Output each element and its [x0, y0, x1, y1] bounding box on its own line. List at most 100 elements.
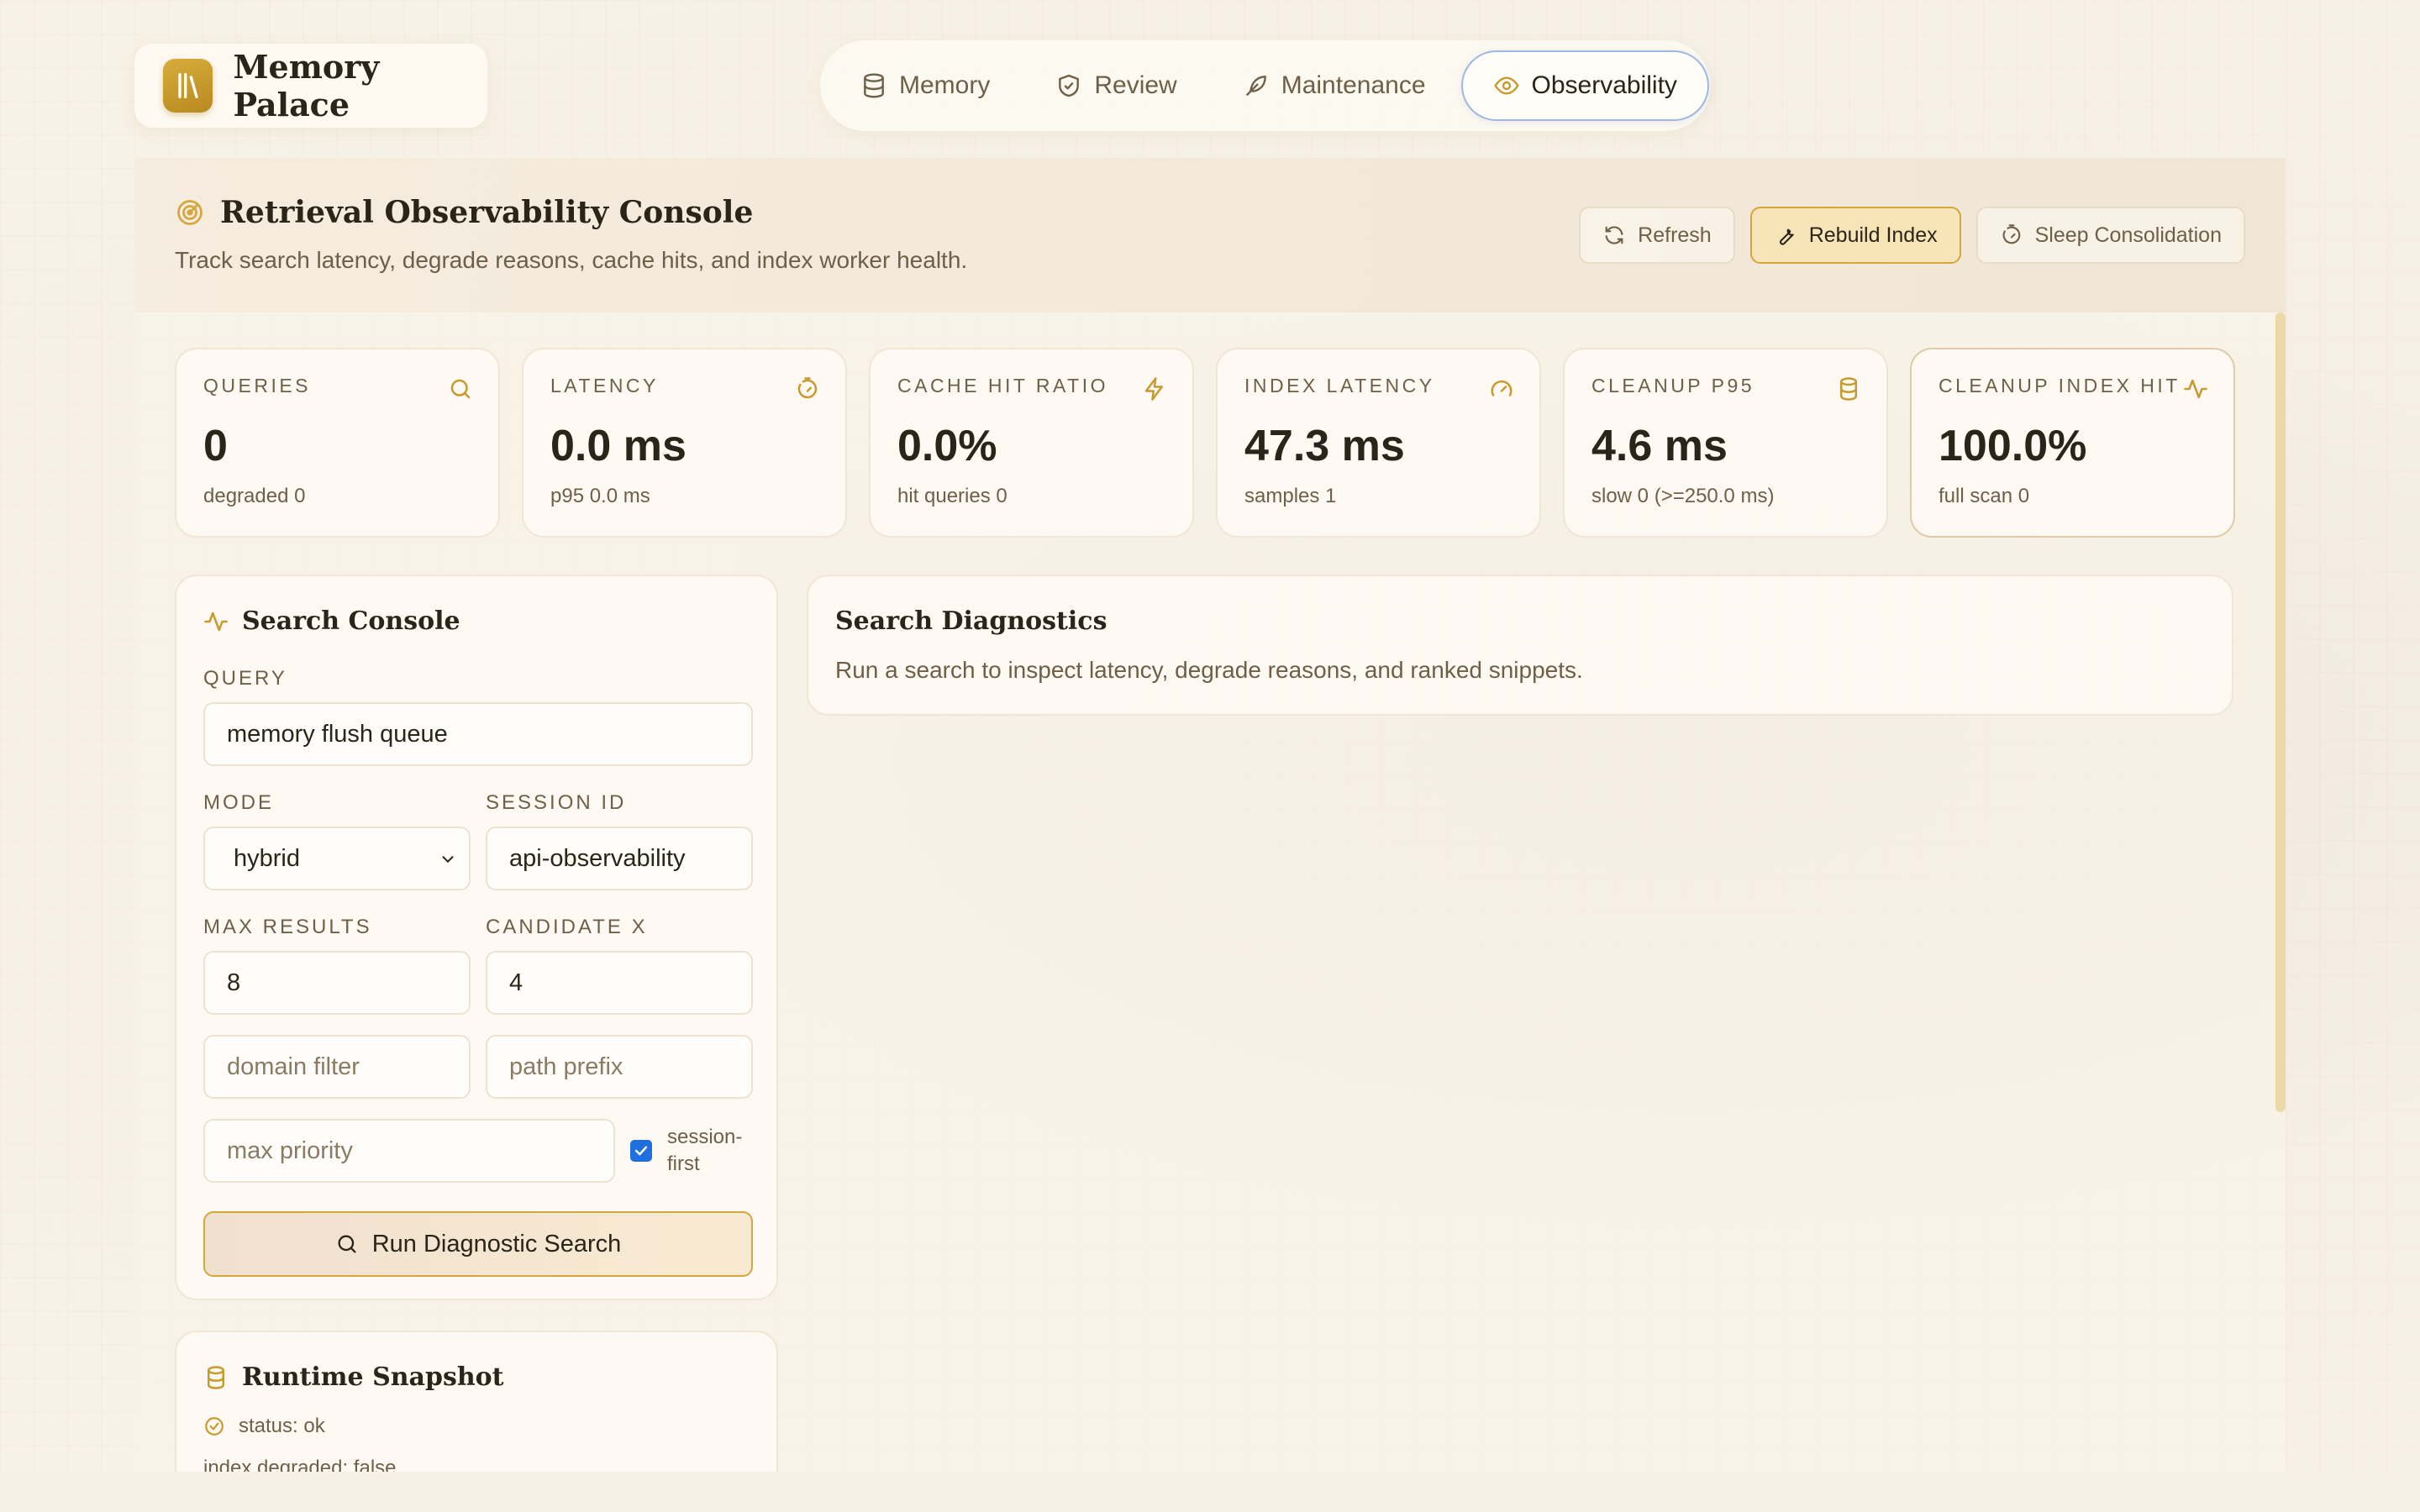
stat-label: CLEANUP INDEX HIT — [1939, 375, 2181, 396]
stat-value: 100.0% — [1939, 422, 2087, 470]
stat-sub: degraded 0 — [203, 485, 306, 507]
stat-label: LATENCY — [550, 375, 659, 396]
console-subtitle: Track search latency, degrade reasons, c… — [175, 247, 968, 273]
session-id-input[interactable]: api-observability — [486, 827, 753, 890]
search-icon — [450, 379, 471, 399]
stat-sub: slow 0 (>=250.0 ms) — [1591, 485, 1775, 507]
gauge-icon — [1491, 380, 1512, 396]
stat-value: 0 — [203, 422, 228, 470]
stat-value: 0.0 ms — [550, 422, 687, 470]
runtime-snapshot-title: Runtime Snapshot — [203, 1362, 504, 1392]
run-diagnostic-search-button[interactable]: Run Diagnostic Search — [203, 1211, 753, 1277]
stat-card-latency: LATENCY 0.0 ms p95 0.0 ms — [522, 348, 847, 538]
session-first-toggle[interactable]: session-first — [630, 1124, 760, 1178]
mode-select[interactable]: hybrid — [203, 827, 471, 890]
check-circle-icon — [205, 1417, 224, 1436]
run-diagnostic-search-label: Run Diagnostic Search — [371, 1230, 622, 1257]
stat-label: INDEX LATENCY — [1244, 375, 1435, 396]
database-icon — [208, 1365, 224, 1389]
runtime-snapshot-title-text: Runtime Snapshot — [242, 1362, 504, 1392]
stat-card-cleanup-index-hit: CLEANUP INDEX HIT 100.0% full scan 0 — [1910, 348, 2235, 538]
search-console-title-text: Search Console — [242, 606, 460, 636]
stat-sub: full scan 0 — [1939, 485, 2030, 507]
chevron-down-icon — [442, 856, 454, 864]
nav-review[interactable]: Review — [1025, 50, 1207, 121]
nav-maintenance[interactable]: Maintenance — [1213, 50, 1456, 121]
candidate-x-input[interactable]: 4 — [486, 951, 753, 1015]
stat-value: 4.6 ms — [1591, 422, 1728, 470]
stat-cards: QUERIES 0 degraded 0 LATENCY 0.0 ms p95 … — [175, 348, 2235, 538]
scrollbar[interactable] — [2275, 312, 2286, 1112]
stat-value: 0.0% — [897, 422, 997, 470]
stat-card-queries: QUERIES 0 degraded 0 — [175, 348, 500, 538]
activity-icon — [2184, 379, 2207, 399]
feather-icon — [1245, 76, 1266, 96]
brand-title: Memory Palace — [233, 48, 380, 123]
stat-card-index-latency: INDEX LATENCY 47.3 ms samples 1 — [1216, 348, 1541, 538]
rebuild-index-button[interactable]: Rebuild Index — [1749, 207, 1961, 264]
checkmark-icon — [634, 1146, 648, 1156]
stat-label: QUERIES — [203, 375, 312, 396]
query-input[interactable]: memory flush queue — [203, 702, 753, 766]
nav-memory-label: Memory — [899, 71, 991, 99]
query-label: QUERY — [203, 667, 287, 690]
refresh-icon — [1605, 226, 1623, 244]
stat-sub: hit queries 0 — [897, 485, 1007, 507]
activity-icon — [204, 612, 228, 631]
nav-observability-label: Observability — [1531, 71, 1677, 99]
shield-check-icon — [1059, 74, 1080, 97]
search-diagnostics: Search Diagnostics Run a search to inspe… — [807, 575, 2233, 716]
nav-observability[interactable]: Observability — [1460, 50, 1709, 121]
path-prefix-input[interactable]: path prefix — [486, 1035, 753, 1099]
observability-panel: Retrieval Observability Console Track se… — [134, 158, 2286, 1512]
stat-label: CLEANUP P95 — [1591, 375, 1755, 396]
refresh-button[interactable]: Refresh — [1579, 207, 1735, 264]
domain-filter-input[interactable]: domain filter — [203, 1035, 471, 1099]
timer-icon — [2002, 224, 2020, 244]
console-title: Retrieval Observability Console — [175, 195, 753, 230]
runtime-status-text: status: ok — [239, 1415, 325, 1437]
database-icon — [864, 73, 884, 98]
radar-icon — [177, 200, 203, 225]
max-results-input[interactable]: 8 — [203, 951, 471, 1015]
nav-maintenance-label: Maintenance — [1281, 71, 1426, 99]
stat-sub: p95 0.0 ms — [550, 485, 650, 507]
lightning-icon — [1144, 377, 1163, 401]
session-first-checkbox[interactable] — [630, 1140, 652, 1162]
max-results-label: MAX RESULTS — [203, 916, 372, 938]
mode-label: MODE — [203, 791, 274, 814]
search-diagnostics-title: Search Diagnostics — [835, 606, 1107, 636]
search-console: Search Console QUERY memory flush queue … — [175, 575, 778, 1300]
rebuild-index-label: Rebuild Index — [1808, 223, 1938, 247]
panel-header: Retrieval Observability Console Track se… — [134, 158, 2286, 312]
session-first-label: session-first — [667, 1126, 743, 1175]
sleep-consolidation-label: Sleep Consolidation — [2034, 223, 2222, 247]
runtime-status: status: ok — [203, 1415, 325, 1438]
header-actions: Refresh Rebuild Index Sleep Consolidatio… — [1579, 207, 2245, 264]
stat-value: 47.3 ms — [1244, 422, 1405, 470]
page-bottom-strip — [0, 1472, 2420, 1512]
stat-label: CACHE HIT RATIO — [897, 375, 1108, 396]
database-icon — [1840, 377, 1857, 401]
top-nav: Memory Review Maintenance Observability — [820, 40, 1711, 131]
search-icon — [338, 1235, 356, 1253]
console-title-text: Retrieval Observability Console — [220, 195, 754, 230]
stat-card-cleanup-p95: CLEANUP P95 4.6 ms slow 0 (>=250.0 ms) — [1563, 348, 1888, 538]
timer-icon — [797, 377, 818, 399]
search-diagnostics-text: Run a search to inspect latency, degrade… — [835, 657, 1583, 683]
candidate-x-label: CANDIDATE X — [486, 916, 648, 938]
session-id-label: SESSION ID — [486, 791, 627, 814]
nav-memory[interactable]: Memory — [830, 50, 1020, 121]
wrench-icon — [1779, 228, 1794, 245]
nav-review-label: Review — [1094, 71, 1177, 99]
sleep-consolidation-button[interactable]: Sleep Consolidation — [1975, 207, 2245, 264]
search-console-title: Search Console — [203, 606, 460, 636]
brand[interactable]: Memory Palace — [134, 44, 487, 128]
refresh-label: Refresh — [1638, 223, 1712, 247]
eye-icon — [1493, 76, 1519, 95]
stat-card-cache-hit-ratio: CACHE HIT RATIO 0.0% hit queries 0 — [869, 348, 1194, 538]
library-icon — [163, 59, 213, 113]
mode-select-value: hybrid — [234, 844, 300, 872]
stat-sub: samples 1 — [1244, 485, 1337, 507]
max-priority-input[interactable]: max priority — [203, 1119, 615, 1183]
